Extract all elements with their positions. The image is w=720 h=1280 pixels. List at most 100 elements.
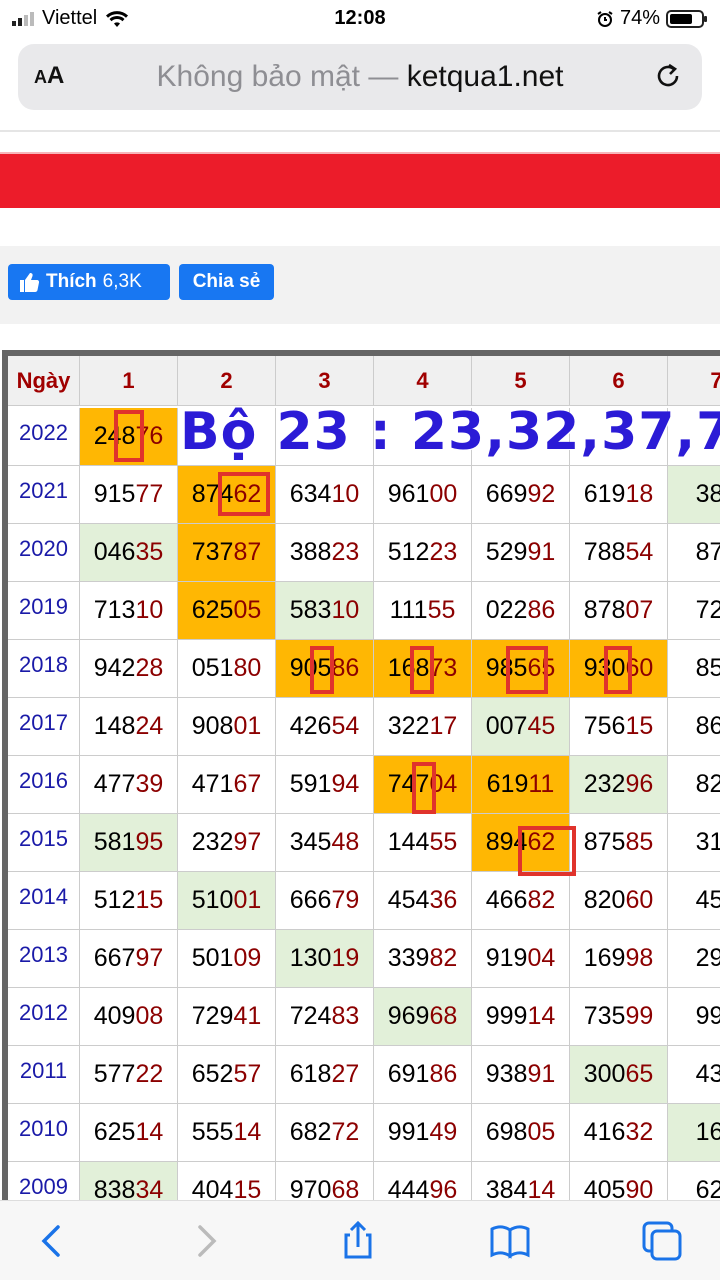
table-cell: 62514	[80, 1104, 178, 1162]
highlight-marker	[518, 826, 576, 876]
table-header-cell: 6	[570, 356, 668, 406]
cell-tail-digits: 91	[527, 1060, 556, 1088]
share-button[interactable]: Chia sẻ	[179, 264, 274, 300]
table-cell: 44496	[374, 1162, 472, 1200]
cell-head-digits: 991	[387, 1118, 430, 1146]
table-cell: 726	[668, 582, 720, 640]
forward-icon[interactable]	[184, 1219, 228, 1263]
cell-head-digits: 512	[93, 886, 136, 914]
cell-tail-digits: 28	[135, 654, 164, 682]
table-cell: 38414	[472, 1162, 570, 1200]
table-cell: 99914	[472, 988, 570, 1046]
year-cell[interactable]: 2016	[8, 756, 80, 814]
year-cell[interactable]: 2018	[8, 640, 80, 698]
results-table: Ngày 1 2 3 4 5 6 7 2022 24876 2021 91577 87462 63410 9…	[0, 350, 720, 1200]
table-cell: 58195	[80, 814, 178, 872]
cell-tail-digits: 98	[625, 944, 654, 972]
cell-tail-digits: 80	[233, 654, 262, 682]
cell-head-digits: 384	[485, 1176, 528, 1200]
table-cell: 66679	[276, 872, 374, 930]
table-cell: 16998	[570, 930, 668, 988]
cell-tail-digits: 17	[429, 712, 458, 740]
reload-icon[interactable]	[652, 60, 684, 92]
table-cell: 13019	[276, 930, 374, 988]
bookmarks-icon[interactable]	[488, 1219, 532, 1263]
year-cell[interactable]: 2012	[8, 988, 80, 1046]
cell-head-digits: 384	[695, 480, 720, 508]
cell-head-digits: 312	[695, 828, 720, 856]
cell-head-digits: 969	[387, 1002, 430, 1030]
table-cell: 51001	[178, 872, 276, 930]
table-cell: 75615	[570, 698, 668, 756]
year-cell[interactable]: 2010	[8, 1104, 80, 1162]
table-cell: 96968	[374, 988, 472, 1046]
year-cell[interactable]: 2020	[8, 524, 80, 582]
year-cell[interactable]: 2021	[8, 466, 80, 524]
table-cell: 87807	[570, 582, 668, 640]
address-bar[interactable]: AA Không bảo mật — ketqua1.net	[18, 44, 702, 110]
year-cell[interactable]: 2015	[8, 814, 80, 872]
share-icon[interactable]	[336, 1219, 380, 1263]
table-cell: 71310	[80, 582, 178, 640]
cell-tail-digits: 49	[429, 1118, 458, 1146]
cell-head-digits: 477	[93, 770, 136, 798]
highlight-marker	[114, 410, 144, 462]
cell-tail-digits: 14	[233, 1118, 262, 1146]
like-button[interactable]: Thích 6,3K	[8, 264, 170, 300]
cell-tail-digits: 72	[331, 1118, 360, 1146]
year-cell[interactable]: 2017	[8, 698, 80, 756]
cell-tail-digits: 10	[331, 480, 360, 508]
cell-head-digits: 416	[583, 1118, 626, 1146]
year-cell[interactable]: 2011	[8, 1046, 80, 1104]
cell-head-digits: 439	[695, 1060, 720, 1088]
cell-head-digits: 919	[485, 944, 528, 972]
table-cell: 867	[668, 698, 720, 756]
cell-head-digits: 724	[289, 1002, 332, 1030]
cell-head-digits: 652	[191, 1060, 234, 1088]
cell-head-digits: 299	[695, 944, 720, 972]
table-cell: 41632	[570, 1104, 668, 1162]
table-cell: 50109	[178, 930, 276, 988]
cell-head-digits: 627	[695, 1176, 720, 1200]
table-cell: 82060	[570, 872, 668, 930]
cell-tail-digits: 10	[135, 596, 164, 624]
table-cell: 47167	[178, 756, 276, 814]
table-cell: 452	[668, 872, 720, 930]
cell-head-digits: 875	[583, 828, 626, 856]
cell-head-digits: 130	[289, 944, 332, 972]
table-cell: 97068	[276, 1162, 374, 1200]
address-text[interactable]: Không bảo mật — ketqua1.net	[18, 60, 702, 94]
cell-head-digits: 726	[695, 596, 720, 624]
cell-tail-digits: 32	[625, 1118, 654, 1146]
table-cell: 94228	[80, 640, 178, 698]
cell-tail-digits: 35	[135, 538, 164, 566]
divider	[0, 130, 720, 132]
cell-tail-digits: 18	[625, 480, 654, 508]
year-cell[interactable]: 2014	[8, 872, 80, 930]
back-icon[interactable]	[30, 1219, 74, 1263]
table-cell: 11155	[374, 582, 472, 640]
year-cell[interactable]: 2009	[8, 1162, 80, 1200]
cell-head-digits: 501	[191, 944, 234, 972]
table-cell: 63410	[276, 466, 374, 524]
tabs-icon[interactable]	[640, 1219, 684, 1263]
cell-head-digits: 619	[486, 770, 529, 798]
table-cell: 46682	[472, 872, 570, 930]
cell-tail-digits: 45	[527, 712, 556, 740]
table-cell: 65257	[178, 1046, 276, 1104]
year-cell[interactable]: 2019	[8, 582, 80, 640]
battery-icon	[666, 9, 707, 28]
table-cell: 859	[668, 640, 720, 698]
cell-head-digits: 339	[387, 944, 430, 972]
cell-tail-digits: 09	[233, 944, 262, 972]
cell-head-digits: 022	[485, 596, 528, 624]
cell-head-digits: 908	[191, 712, 234, 740]
table-cell: 33982	[374, 930, 472, 988]
year-cell[interactable]: 2013	[8, 930, 80, 988]
cell-tail-digits: 94	[331, 770, 360, 798]
table-cell: 91577	[80, 466, 178, 524]
cell-tail-digits: 23	[331, 538, 360, 566]
table-cell: 23296	[570, 756, 668, 814]
cell-head-digits: 625	[191, 596, 234, 624]
year-cell[interactable]: 2022	[8, 408, 80, 466]
